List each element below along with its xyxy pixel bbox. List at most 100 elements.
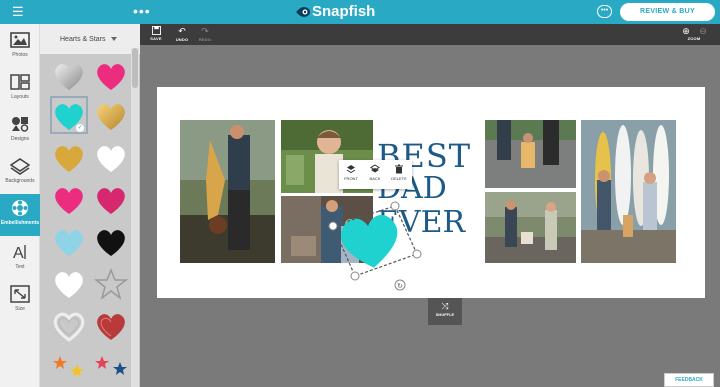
redo-label: REDO (198, 37, 212, 42)
feedback-button[interactable]: FEEDBACK (664, 373, 714, 387)
size-icon (10, 285, 30, 303)
panel-scrollbar-thumb[interactable] (132, 48, 138, 88)
photos-icon (10, 32, 30, 48)
tool-designs[interactable]: Designs (0, 110, 40, 152)
photo-family-with-surfboards[interactable] (581, 120, 676, 263)
star-icon (93, 267, 129, 300)
photo-image (180, 120, 275, 263)
top-bar: ☰ ••• Snapfish ••• REVIEW & BUY (0, 0, 720, 24)
tool-embellishments[interactable]: Embellishments (0, 194, 40, 236)
chevron-down-icon (111, 37, 117, 41)
photo-family-with-dog[interactable] (485, 192, 576, 263)
back-label: BACK (369, 176, 381, 181)
tool-label: Designs (10, 136, 30, 142)
checkmark-icon: ✓ (76, 124, 84, 132)
save-label: SAVE (150, 36, 162, 41)
tool-label: Photos (12, 52, 28, 58)
shuffle-label: SHUFFLE (435, 312, 455, 317)
snapfish-logo-icon (296, 7, 310, 17)
heart-icon (55, 146, 83, 172)
sticker-colored-stars[interactable] (51, 350, 87, 380)
sticker-silver-heart[interactable] (51, 58, 87, 94)
sticker-white-heart-2[interactable] (51, 266, 87, 302)
editor-toolbar: SAVE ↶ UNDO ↷ REDO ⊕ ⊖ ZOOM (140, 24, 720, 45)
sticker-star-outline[interactable] (93, 266, 129, 302)
shuffle-icon: ⤨ (441, 301, 449, 311)
undo-label: UNDO (175, 37, 189, 42)
undo-button[interactable]: ↶ UNDO (173, 24, 191, 42)
sticker-magenta-heart[interactable] (93, 182, 129, 218)
sticker-red-glitter-heart[interactable] (93, 308, 129, 344)
stars-icon (95, 356, 127, 375)
save-button[interactable]: SAVE (148, 24, 164, 41)
zoom-label-wrap: ZOOM (684, 36, 704, 41)
tool-label: Backgrounds (5, 178, 35, 184)
sticker-black-heart[interactable] (93, 224, 129, 260)
more-options-icon[interactable]: ••• (133, 3, 151, 19)
menu-icon[interactable]: ☰ (12, 5, 24, 18)
layouts-icon (10, 74, 30, 90)
left-toolbar: Photos Layouts Designs Backgrounds Embel… (0, 24, 40, 387)
heart-icon (53, 312, 85, 342)
embellishments-icon (12, 200, 28, 216)
sticker-white-heart[interactable] (93, 140, 129, 176)
photo-walking-with-child[interactable] (485, 120, 576, 188)
heart-icon (97, 64, 125, 90)
category-dropdown[interactable]: Hearts & Stars (40, 24, 140, 54)
heart-icon (97, 146, 125, 172)
redo-button[interactable]: ↷ REDO (196, 24, 214, 42)
sticker-silver-outline-heart[interactable] (51, 308, 87, 344)
tool-label: Size (15, 306, 25, 312)
photo-image (485, 192, 576, 263)
category-label: Hearts & Stars (60, 36, 106, 43)
photo-image (581, 120, 676, 263)
send-back-icon (370, 164, 380, 173)
sticker-gold-heart-2[interactable] (51, 140, 87, 176)
review-buy-button[interactable]: REVIEW & BUY (620, 3, 715, 21)
sticker-context-menu: FRONT BACK DELETE (339, 160, 412, 189)
tool-backgrounds[interactable]: Backgrounds (0, 152, 40, 194)
tool-photos[interactable]: Photos (0, 26, 40, 68)
tool-layouts[interactable]: Layouts (0, 68, 40, 110)
tool-label: Embellishments (0, 220, 40, 226)
delete-label: DELETE (391, 176, 407, 181)
svg-text:A: A (13, 245, 24, 261)
heart-icon (55, 272, 83, 298)
sticker-light-blue-heart[interactable] (51, 224, 87, 260)
undo-icon: ↶ (178, 26, 186, 36)
backgrounds-icon (10, 158, 30, 175)
bring-to-front-button[interactable]: FRONT (339, 164, 363, 181)
text-icon: A (13, 245, 26, 261)
chat-icon[interactable]: ••• (597, 5, 612, 18)
photo-dad-and-kid-upside-down[interactable] (180, 120, 275, 263)
sticker-pink-heart-2[interactable] (51, 182, 87, 218)
front-label: FRONT (344, 176, 358, 181)
photo-image (485, 120, 576, 188)
tool-label: Text (15, 264, 25, 270)
send-to-back-button[interactable]: BACK (363, 164, 387, 181)
bring-front-icon (346, 165, 356, 174)
heart-icon (97, 314, 125, 340)
selected-heart-sticker[interactable]: ↻ (325, 192, 430, 292)
delete-button[interactable]: DELETE (387, 164, 411, 181)
tool-label: Layouts (11, 94, 29, 100)
tool-size[interactable]: Size (0, 280, 40, 322)
sticker-colored-stars-2[interactable] (93, 350, 129, 380)
heart-icon (97, 188, 125, 214)
panel-scrollbar-track[interactable] (131, 48, 139, 387)
heart-icon (55, 230, 83, 256)
save-icon (151, 26, 161, 35)
sticker-pink-heart[interactable] (93, 58, 129, 94)
svg-text:↻: ↻ (397, 282, 403, 290)
shuffle-button[interactable]: ⤨ SHUFFLE (428, 298, 462, 325)
sticker-gold-heart[interactable] (93, 98, 129, 134)
heart-icon (55, 188, 83, 214)
heart-icon (55, 64, 83, 90)
trash-icon (395, 164, 403, 174)
designs-icon (12, 117, 29, 132)
brand-name: Snapfish (312, 3, 376, 20)
heart-icon (97, 230, 125, 256)
stars-icon (53, 356, 84, 377)
tool-text[interactable]: A Text (0, 238, 40, 280)
zoom-label: ZOOM (687, 36, 701, 41)
